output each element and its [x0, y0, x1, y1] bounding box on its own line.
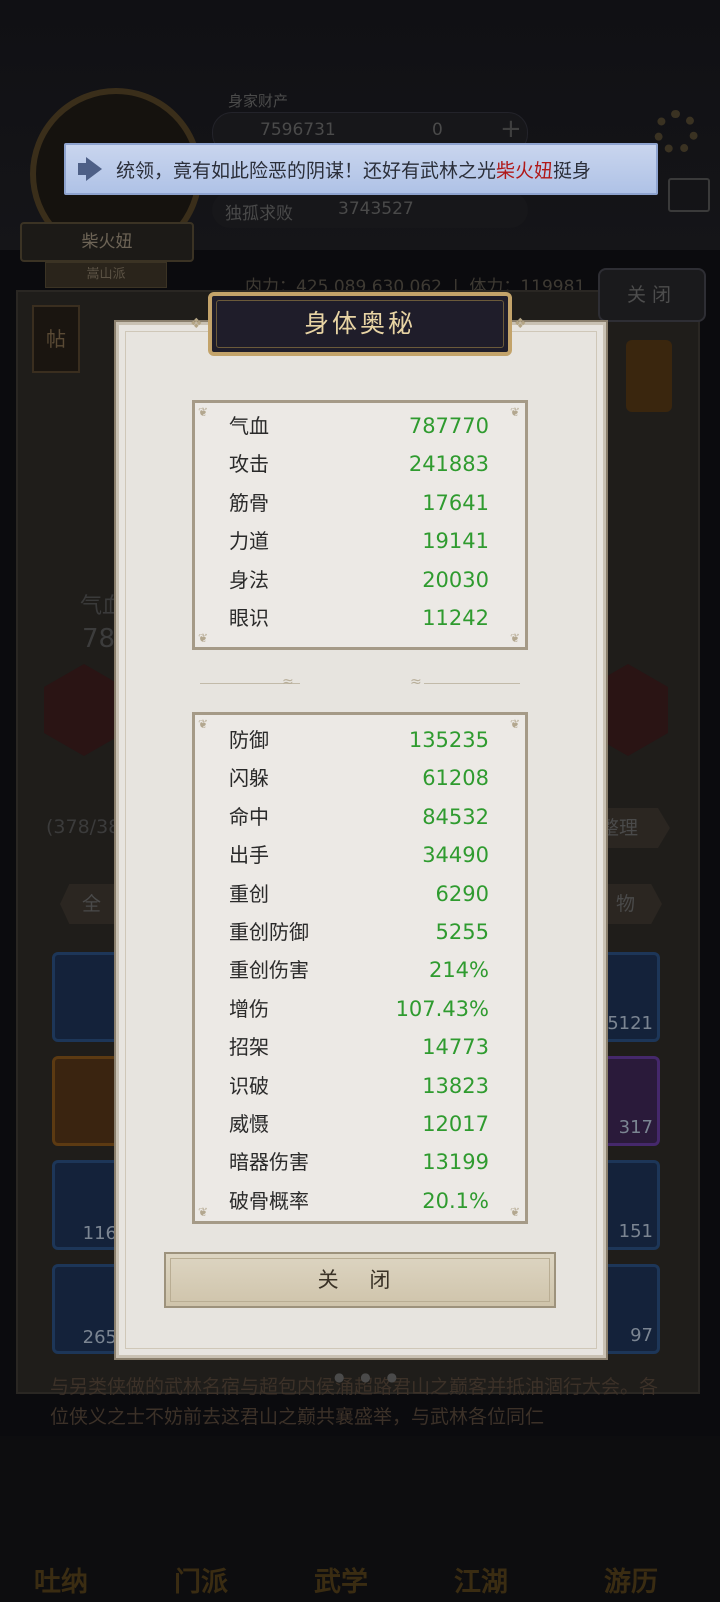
- stat-row: 眼识 11242: [229, 600, 489, 636]
- megaphone-icon: [72, 151, 108, 187]
- nav-sect[interactable]: 门派: [174, 1560, 228, 1599]
- banner-highlight-name: 柴火妞: [496, 159, 554, 182]
- invitation-badge[interactable]: 帖: [32, 305, 80, 373]
- player-title: 独孤求败: [225, 204, 293, 224]
- tile-count: 116: [82, 1223, 117, 1244]
- stat-row: 重创防御 5255: [229, 914, 489, 950]
- nav-jianghu[interactable]: 江湖: [454, 1560, 508, 1599]
- player-sect: 嵩山派: [45, 262, 167, 288]
- stat-name: 闪躲: [229, 766, 269, 791]
- stat-row: 命中 84532: [229, 799, 489, 835]
- lantern-icon[interactable]: [626, 340, 672, 412]
- page-indicator: ● ● ●: [334, 1370, 404, 1384]
- stat-row: 重创伤害 214%: [229, 952, 489, 988]
- title-ornament-right: ❖: [514, 316, 527, 332]
- nav-breathing[interactable]: 吐纳: [34, 1560, 88, 1599]
- stat-row: 防御 135235: [229, 722, 489, 758]
- stat-value: 13823: [422, 1073, 489, 1098]
- stat-name: 破骨概率: [229, 1188, 309, 1213]
- token-count: 0: [432, 120, 443, 140]
- stat-value: 6290: [435, 881, 489, 906]
- add-currency-button[interactable]: +: [500, 114, 522, 144]
- player-title-value: 3743527: [338, 199, 414, 219]
- inventory-tile[interactable]: [52, 1056, 124, 1146]
- stat-value: 20030: [422, 567, 489, 592]
- stat-value: 12017: [422, 1112, 489, 1136]
- stat-value: 20.1%: [422, 1188, 489, 1213]
- stat-name: 眼识: [229, 606, 269, 630]
- stat-value: 13199: [422, 1150, 489, 1175]
- inventory-tile[interactable]: 265: [52, 1264, 124, 1354]
- banner-text: 统领，竟有如此险恶的阴谋！还好有武林之光柴火妞挺身: [116, 159, 592, 182]
- stat-value: 214%: [428, 958, 489, 983]
- stat-name: 重创伤害: [229, 958, 309, 983]
- stat-row: 招架 14773: [229, 1029, 489, 1065]
- title-ornament-left: ❖: [190, 316, 203, 332]
- inventory-tile[interactable]: [52, 952, 124, 1042]
- resource-label: 身家财产: [228, 92, 289, 110]
- stat-value: 107.43%: [395, 996, 489, 1021]
- stat-row: 闪躲 61208: [229, 760, 489, 796]
- stat-name: 出手: [229, 843, 269, 868]
- stat-name: 重创: [229, 881, 269, 906]
- stat-name: 攻击: [229, 452, 269, 477]
- stat-value: 135235: [408, 728, 489, 752]
- player-name: 柴火妞: [20, 222, 194, 262]
- stat-row: 筋骨 17641: [229, 485, 489, 521]
- stat-row: 气血 787770: [229, 408, 489, 444]
- stat-value: 11242: [422, 606, 489, 630]
- close-top-button[interactable]: 关闭: [598, 268, 706, 322]
- gear-icon[interactable]: [654, 110, 698, 154]
- stat-name: 威慑: [229, 1112, 269, 1136]
- stat-row: 攻击 241883: [229, 446, 489, 482]
- nav-travel[interactable]: 游历: [604, 1560, 658, 1599]
- stat-name: 招架: [229, 1035, 269, 1060]
- stat-row: 力道 19141: [229, 523, 489, 559]
- stat-row: 威慑 12017: [229, 1106, 489, 1142]
- base-stats-panel: ❦ ❦ ❦ ❦ 气血 787770 攻击 241883 筋骨 17641 力道 19141 身法…: [192, 400, 528, 650]
- stat-value: 5255: [435, 920, 489, 944]
- stat-row: 重创 6290: [229, 876, 489, 912]
- stat-name: 暗器伤害: [229, 1150, 309, 1175]
- stat-row: 破骨概率 20.1%: [229, 1183, 489, 1219]
- stat-value: 787770: [408, 414, 489, 438]
- stat-row: 识破 13823: [229, 1068, 489, 1104]
- tile-count: 265: [82, 1327, 117, 1348]
- combat-stats-panel[interactable]: ❦ ❦ ❦ ❦ 防御 135235 闪躲 61208 命中 84532 出手 34490 重创 6…: [192, 712, 528, 1224]
- nav-martial-arts[interactable]: 武学: [314, 1560, 368, 1599]
- mail-icon[interactable]: [668, 178, 710, 212]
- stat-value: 34490: [422, 843, 489, 868]
- stat-name: 命中: [229, 804, 269, 829]
- stat-value: 14773: [422, 1035, 489, 1060]
- filter-all-tab[interactable]: 全: [60, 884, 122, 924]
- section-divider: ≈ ≈: [200, 674, 520, 690]
- announcement-banner: 统领，竟有如此险恶的阴谋！还好有武林之光柴火妞挺身: [64, 143, 658, 195]
- coin-count: 7596731: [260, 120, 336, 140]
- stat-value: 241883: [408, 452, 489, 477]
- inventory-count: (378/38: [46, 816, 121, 838]
- stat-name: 重创防御: [229, 920, 309, 944]
- stat-name: 识破: [229, 1073, 269, 1098]
- stat-name: 筋骨: [229, 490, 269, 515]
- stat-value: 19141: [422, 529, 489, 554]
- stat-row: 身法 20030: [229, 562, 489, 598]
- bottom-nav: 吐纳 门派 武学 江湖 游历: [0, 1436, 720, 1602]
- stat-name: 身法: [229, 567, 269, 592]
- stat-name: 力道: [229, 529, 269, 554]
- stat-value: 61208: [422, 766, 489, 791]
- inventory-tile[interactable]: 116: [52, 1160, 124, 1250]
- stat-row: 暗器伤害 13199: [229, 1144, 489, 1180]
- stat-value: 17641: [422, 490, 489, 515]
- close-dialog-button[interactable]: 关 闭: [164, 1252, 556, 1308]
- dialog-title: 身体奥秘: [208, 292, 512, 356]
- stat-name: 防御: [229, 728, 269, 752]
- stat-name: 增伤: [229, 996, 269, 1021]
- stat-row: 出手 34490: [229, 837, 489, 873]
- stat-value: 84532: [422, 804, 489, 829]
- stat-name: 气血: [229, 414, 269, 438]
- stat-row: 增伤 107.43%: [229, 991, 489, 1027]
